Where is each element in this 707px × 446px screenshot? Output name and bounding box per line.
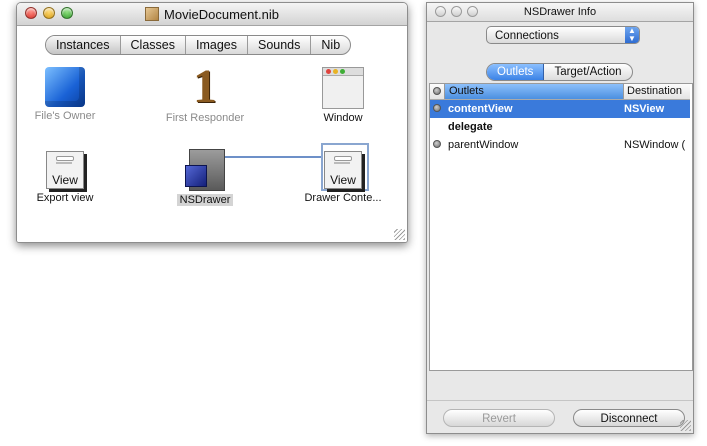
cube-icon: [45, 67, 85, 107]
nsdrawer-object[interactable]: NSDrawer: [150, 147, 260, 206]
table-row[interactable]: contentView NSView: [430, 100, 690, 118]
object-label: File's Owner: [34, 110, 96, 122]
outlets-column-header[interactable]: Outlets: [444, 84, 624, 99]
connected-dot-icon: [433, 140, 441, 148]
export-view-object[interactable]: View Export view: [17, 151, 120, 204]
connected-dot-icon: [433, 104, 441, 112]
info-window-title: NSDrawer Info: [523, 6, 597, 18]
disconnect-button[interactable]: Disconnect: [573, 409, 685, 427]
destination-column-header[interactable]: Destination: [624, 84, 690, 99]
nib-document-window: MovieDocument.nib Instances Classes Imag…: [16, 2, 408, 243]
object-label: NSDrawer: [176, 194, 234, 206]
tab-classes[interactable]: Classes: [121, 36, 186, 54]
first-responder-object[interactable]: 1 First Responder: [150, 60, 260, 125]
tab-instances[interactable]: Instances: [46, 36, 121, 54]
instances-area: File's Owner 1 First Responder Window Vi…: [17, 59, 407, 242]
connection-column-header[interactable]: [430, 84, 444, 99]
outlets-table: Outlets Destination contentView NSView d…: [429, 83, 693, 371]
object-label: Export view: [36, 192, 94, 204]
first-responder-icon: 1: [193, 60, 217, 113]
window-icon: [322, 67, 364, 109]
table-row[interactable]: delegate: [430, 118, 690, 136]
view-icon: View: [324, 151, 362, 189]
revert-button[interactable]: Revert: [443, 409, 555, 427]
object-label: Window: [323, 112, 363, 124]
object-label: First Responder: [165, 112, 245, 124]
inspector-window: NSDrawer Info Connections ▲ ▼ Outlets Tar…: [426, 2, 694, 434]
resize-grip-icon[interactable]: [680, 420, 691, 431]
table-header: Outlets Destination: [430, 84, 690, 100]
inspector-mode-popup[interactable]: Connections ▲ ▼: [486, 26, 640, 44]
table-row[interactable]: parentWindow NSWindow (: [430, 136, 690, 154]
files-owner-object[interactable]: File's Owner: [17, 67, 120, 122]
tab-images[interactable]: Images: [186, 36, 248, 54]
tab-target-action[interactable]: Target/Action: [544, 64, 631, 80]
doc-titlebar[interactable]: MovieDocument.nib: [17, 3, 407, 26]
doc-window-title: MovieDocument.nib: [17, 7, 407, 22]
tab-nib[interactable]: Nib: [311, 36, 350, 54]
popup-arrows-icon: ▲ ▼: [625, 27, 639, 43]
object-label: Drawer Conte...: [304, 192, 382, 204]
resize-grip-icon[interactable]: [394, 229, 405, 240]
divider: [427, 400, 693, 401]
view-icon: View: [46, 151, 84, 189]
connections-tab-bar: Outlets Target/Action: [486, 63, 633, 81]
drawer-icon: [185, 147, 225, 191]
window-object[interactable]: Window: [288, 67, 398, 124]
drawer-content-object[interactable]: View Drawer Conte...: [288, 151, 398, 204]
tab-outlets[interactable]: Outlets: [487, 64, 545, 80]
tab-sounds[interactable]: Sounds: [248, 36, 312, 54]
doc-tab-bar: Instances Classes Images Sounds Nib: [45, 35, 352, 55]
info-titlebar[interactable]: NSDrawer Info: [427, 3, 693, 22]
nib-file-icon: [145, 7, 160, 21]
